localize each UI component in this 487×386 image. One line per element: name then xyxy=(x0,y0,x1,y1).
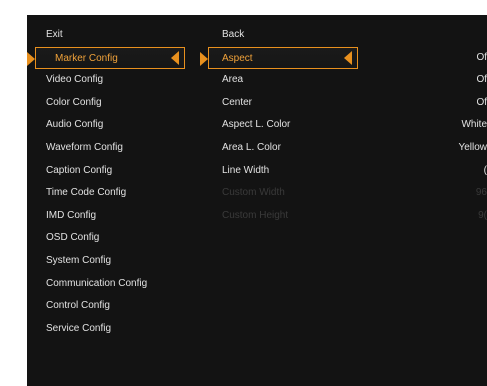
osd-menu-screen: Exit Marker Config Video Config Color Co… xyxy=(27,15,487,386)
submenu-item-aspect[interactable]: Aspect xyxy=(200,46,358,70)
menu-item-exit[interactable]: Exit xyxy=(27,24,199,47)
value-column: Of Of Of White Yellow ( 96 9( xyxy=(419,24,487,227)
value-custom-height: 9( xyxy=(478,209,487,221)
menu-item-caption-config[interactable]: Caption Config xyxy=(27,160,199,183)
submenu-item-area[interactable]: Area xyxy=(202,69,377,92)
submenu-item-label: Aspect xyxy=(222,52,253,64)
menu-item-imd-config[interactable]: IMD Config xyxy=(27,205,199,228)
menu-item-communication-config[interactable]: Communication Config xyxy=(27,273,199,296)
main-menu: Exit Marker Config Video Config Color Co… xyxy=(27,24,199,340)
submenu-item-custom-width: Custom Width xyxy=(222,187,285,199)
menu-item-audio-config[interactable]: Audio Config xyxy=(27,114,199,137)
arrow-left-icon xyxy=(344,50,352,65)
value-back xyxy=(419,24,487,47)
arrow-right-icon xyxy=(200,51,208,66)
arrow-left-icon xyxy=(171,50,179,65)
submenu-item-line-width[interactable]: Line Width xyxy=(202,160,377,183)
menu-item-label: Marker Config xyxy=(55,52,118,64)
value-aspect: Of xyxy=(476,51,487,63)
menu-item-color-config[interactable]: Color Config xyxy=(27,92,199,115)
menu-item-video-config[interactable]: Video Config xyxy=(27,69,199,92)
menu-item-osd-config[interactable]: OSD Config xyxy=(27,227,199,250)
menu-item-waveform-config[interactable]: Waveform Config xyxy=(27,137,199,160)
arrow-right-icon xyxy=(27,51,35,66)
value-center: Of xyxy=(476,96,487,108)
submenu-item-back[interactable]: Back xyxy=(202,24,377,47)
value-aspect-line-color: White xyxy=(461,119,487,131)
submenu-item-custom-height: Custom Height xyxy=(222,209,289,221)
submenu-item-center[interactable]: Center xyxy=(202,92,377,115)
submenu: Back Aspect Area Center Aspect L. Color … xyxy=(200,24,377,227)
menu-item-control-config[interactable]: Control Config xyxy=(27,295,199,318)
menu-item-marker-config[interactable]: Marker Config xyxy=(27,46,185,70)
menu-item-time-code-config[interactable]: Time Code Config xyxy=(27,182,199,205)
value-area: Of xyxy=(476,74,487,86)
value-area-line-color: Yellow xyxy=(458,141,487,153)
value-custom-width: 96 xyxy=(475,187,487,199)
submenu-item-aspect-line-color[interactable]: Aspect L. Color xyxy=(202,114,377,137)
value-line-width: ( xyxy=(483,164,487,176)
menu-item-service-config[interactable]: Service Config xyxy=(27,318,199,341)
menu-item-system-config[interactable]: System Config xyxy=(27,250,199,273)
submenu-item-area-line-color[interactable]: Area L. Color xyxy=(202,137,377,160)
